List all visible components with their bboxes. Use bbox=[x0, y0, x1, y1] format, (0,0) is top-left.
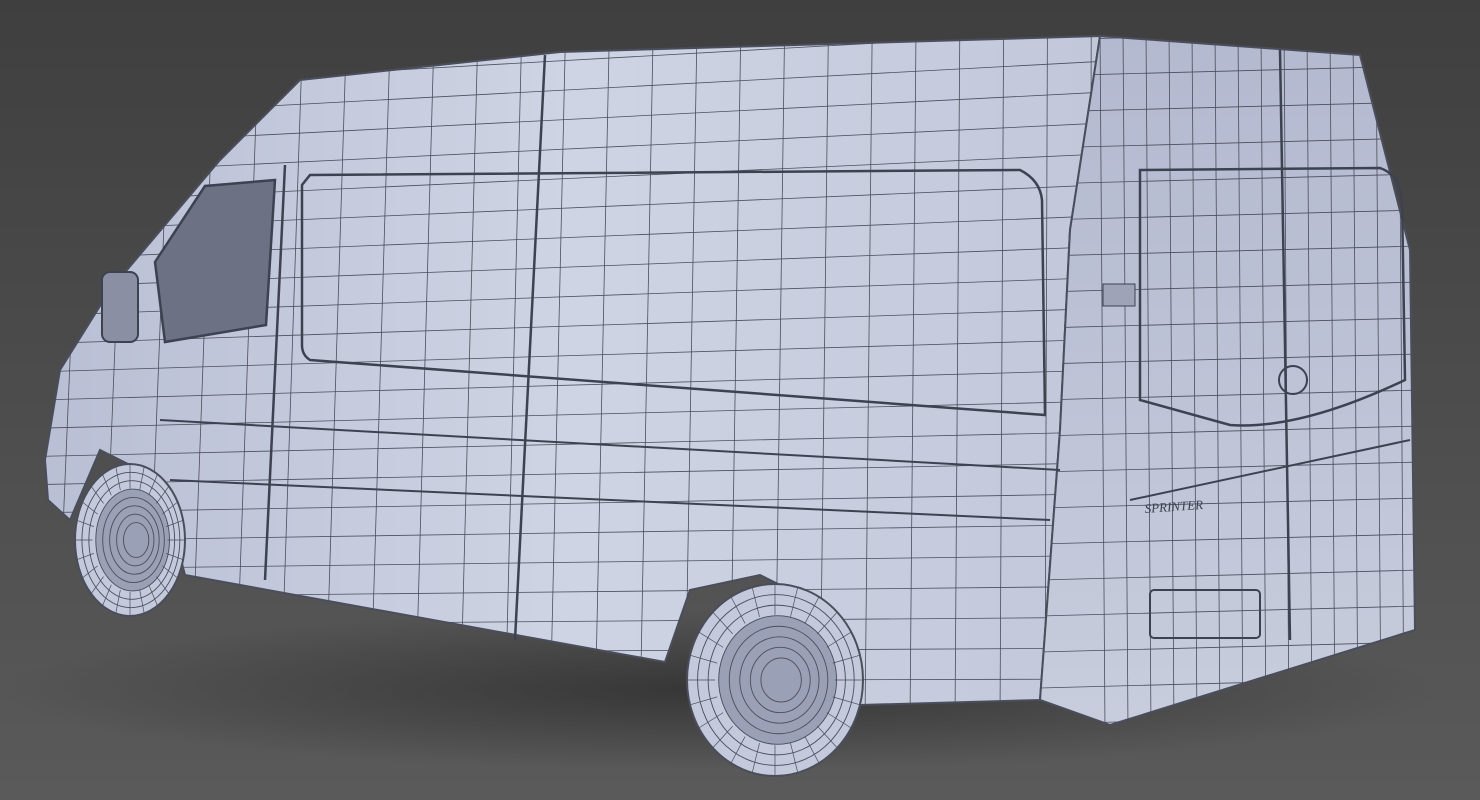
render-viewport: SPRINTER bbox=[0, 0, 1480, 800]
rim-ring bbox=[95, 488, 170, 592]
front-wheel bbox=[74, 463, 186, 617]
rear-wheel bbox=[686, 583, 864, 777]
side-mirror bbox=[101, 271, 139, 343]
van-render: SPRINTER bbox=[0, 0, 1480, 800]
rear-door-hinge bbox=[1102, 283, 1136, 307]
